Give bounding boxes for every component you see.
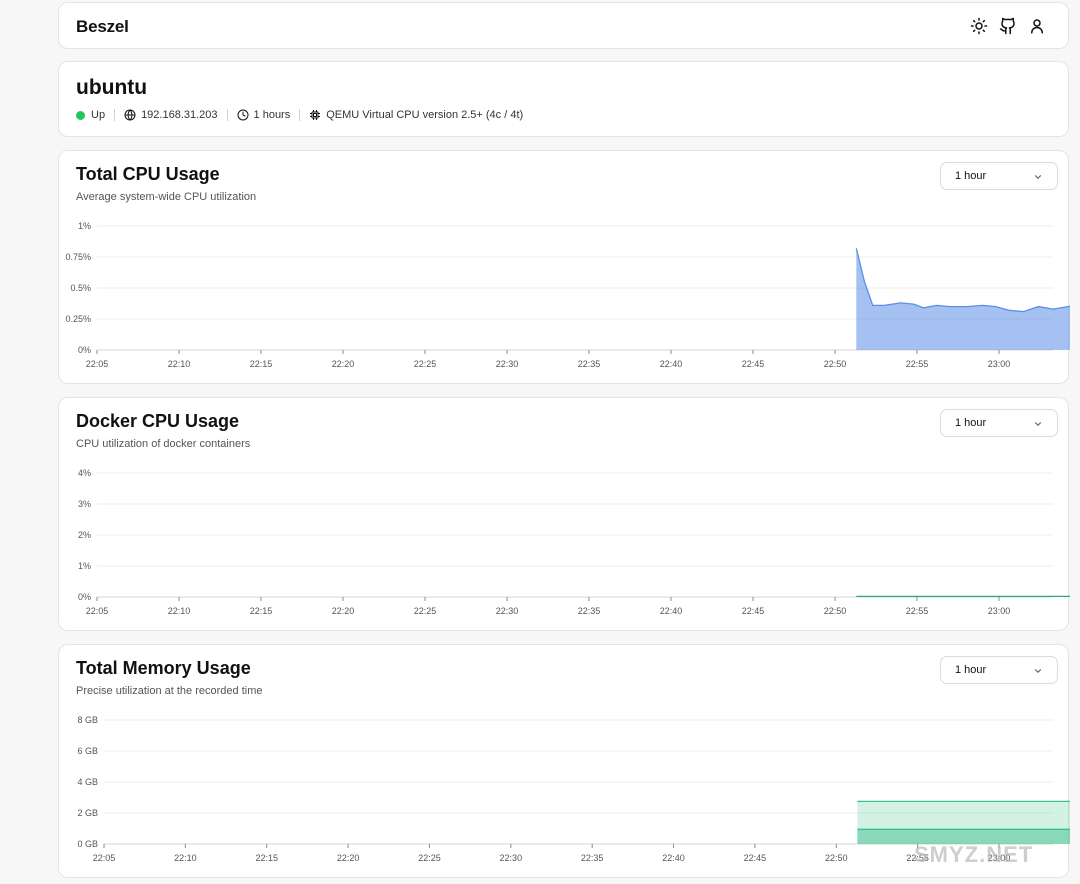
- y-tick-label: 1%: [78, 221, 91, 231]
- x-tick-label: 22:05: [86, 606, 109, 616]
- time-range-select[interactable]: 1 hour: [940, 162, 1058, 190]
- y-tick-label: 3%: [78, 499, 91, 509]
- x-tick-label: 22:10: [168, 606, 191, 616]
- x-tick-label: 22:05: [86, 359, 109, 369]
- y-tick-label: 1%: [78, 561, 91, 571]
- x-tick-label: 22:20: [332, 359, 355, 369]
- x-tick-label: 22:25: [418, 853, 441, 863]
- divider: [226, 109, 228, 121]
- system-meta: Up 192.168.31.203 1 hours QEMU Virtual C…: [76, 109, 523, 121]
- time-range-value: 1 hour: [955, 170, 987, 182]
- chart-subtitle: Average system-wide CPU utilization: [76, 191, 257, 203]
- x-tick-label: 22:35: [578, 606, 601, 616]
- status-text: Up: [91, 109, 106, 121]
- y-tick-label: 8 GB: [77, 715, 98, 725]
- cpu-usage-chart: 0% 0.25% 0.5% 0.75% 1% 22:05 22:10 22:15 22:20 22…: [65, 221, 1070, 369]
- x-tick-label: 22:50: [825, 853, 848, 863]
- user-icon[interactable]: [1028, 17, 1046, 35]
- y-tick-label: 0%: [78, 592, 91, 602]
- y-tick-label: 0 GB: [77, 839, 98, 849]
- chevron-down-icon: [1034, 669, 1042, 673]
- x-tick-label: 22:20: [332, 606, 355, 616]
- y-tick-label: 4 GB: [77, 777, 98, 787]
- time-range-value: 1 hour: [955, 417, 987, 429]
- chevron-down-icon: [1034, 175, 1042, 179]
- chart-subtitle: CPU utilization of docker containers: [76, 438, 251, 450]
- x-tick-label: 22:20: [337, 853, 360, 863]
- uptime: 1 hours: [253, 109, 291, 121]
- y-tick-label: 2 GB: [77, 808, 98, 818]
- y-tick-label: 0%: [78, 345, 91, 355]
- divider: [299, 109, 301, 121]
- x-tick-label: 22:50: [824, 606, 847, 616]
- x-tick-label: 22:15: [255, 853, 278, 863]
- time-range-value: 1 hour: [955, 664, 987, 676]
- clock-icon: [237, 109, 249, 121]
- x-tick-label: 22:45: [742, 359, 765, 369]
- divider: [114, 109, 116, 121]
- x-tick-label: 22:40: [662, 853, 685, 863]
- y-tick-label: 6 GB: [77, 746, 98, 756]
- x-tick-label: 22:40: [660, 606, 683, 616]
- x-tick-label: 22:45: [744, 853, 767, 863]
- top-navbar: Beszel: [58, 2, 1069, 49]
- series-line: [855, 248, 1070, 313]
- cpu-chip-icon: [310, 110, 321, 120]
- ip-address: 192.168.31.203: [141, 109, 218, 121]
- x-tick-label: 22:25: [414, 606, 437, 616]
- x-tick-label: 22:55: [906, 606, 929, 616]
- y-tick-label: 0.25%: [65, 314, 91, 324]
- globe-icon: [124, 109, 136, 121]
- chevron-down-icon: [1034, 422, 1042, 426]
- y-tick-label: 0.75%: [65, 252, 91, 262]
- github-icon[interactable]: [999, 17, 1017, 35]
- chart-subtitle: Precise utilization at the recorded time: [76, 685, 263, 697]
- brand-logo[interactable]: Beszel: [76, 17, 129, 37]
- chart-title: Total Memory Usage: [76, 658, 251, 678]
- x-tick-label: 22:35: [578, 359, 601, 369]
- x-tick-label: 22:05: [93, 853, 116, 863]
- x-tick-label: 22:45: [742, 606, 765, 616]
- cpu-model: QEMU Virtual CPU version 2.5+ (4c / 4t): [326, 109, 524, 121]
- watermark-logo: SMYZ.NET: [914, 842, 1034, 867]
- x-tick-label: 22:55: [906, 359, 929, 369]
- x-tick-label: 22:30: [496, 359, 519, 369]
- time-range-select[interactable]: 1 hour: [940, 409, 1058, 437]
- x-tick-label: 22:15: [250, 359, 273, 369]
- y-tick-label: 2%: [78, 530, 91, 540]
- x-tick-label: 22:10: [168, 359, 191, 369]
- cpu-usage-card: 0% 0.25% 0.5% 0.75% 1% 22:05 22:10 22:15 22:20 22…: [58, 150, 1070, 384]
- chart-title: Docker CPU Usage: [76, 411, 240, 431]
- sun-icon[interactable]: [970, 17, 988, 35]
- time-range-select[interactable]: 1 hour: [940, 656, 1058, 684]
- x-tick-label: 22:35: [581, 853, 604, 863]
- x-tick-label: 23:00: [988, 606, 1011, 616]
- system-info-card: ubuntu Up 192.168.31.203 1 hours QEMU Vi…: [58, 61, 1069, 137]
- x-tick-label: 22:10: [174, 853, 197, 863]
- y-tick-label: 0.5%: [70, 283, 91, 293]
- x-tick-label: 22:40: [660, 359, 683, 369]
- x-tick-label: 22:30: [500, 853, 523, 863]
- x-tick-label: 23:00: [988, 359, 1011, 369]
- docker-cpu-chart: 0% 1% 2% 3% 4% 22:05 22:10 22:15 22:20 22:25 22:30…: [78, 468, 1070, 616]
- x-tick-label: 22:25: [414, 359, 437, 369]
- system-name: ubuntu: [76, 76, 148, 99]
- chart-title: Total CPU Usage: [76, 164, 220, 184]
- y-tick-label: 4%: [78, 468, 91, 478]
- series-area: [856, 248, 1070, 350]
- status-dot-icon: [76, 110, 85, 120]
- x-tick-label: 22:15: [250, 606, 273, 616]
- x-tick-label: 22:30: [496, 606, 519, 616]
- x-tick-label: 22:50: [824, 359, 847, 369]
- docker-cpu-card: 0% 1% 2% 3% 4% 22:05 22:10 22:15 22:20 22:25 22:30…: [58, 397, 1070, 631]
